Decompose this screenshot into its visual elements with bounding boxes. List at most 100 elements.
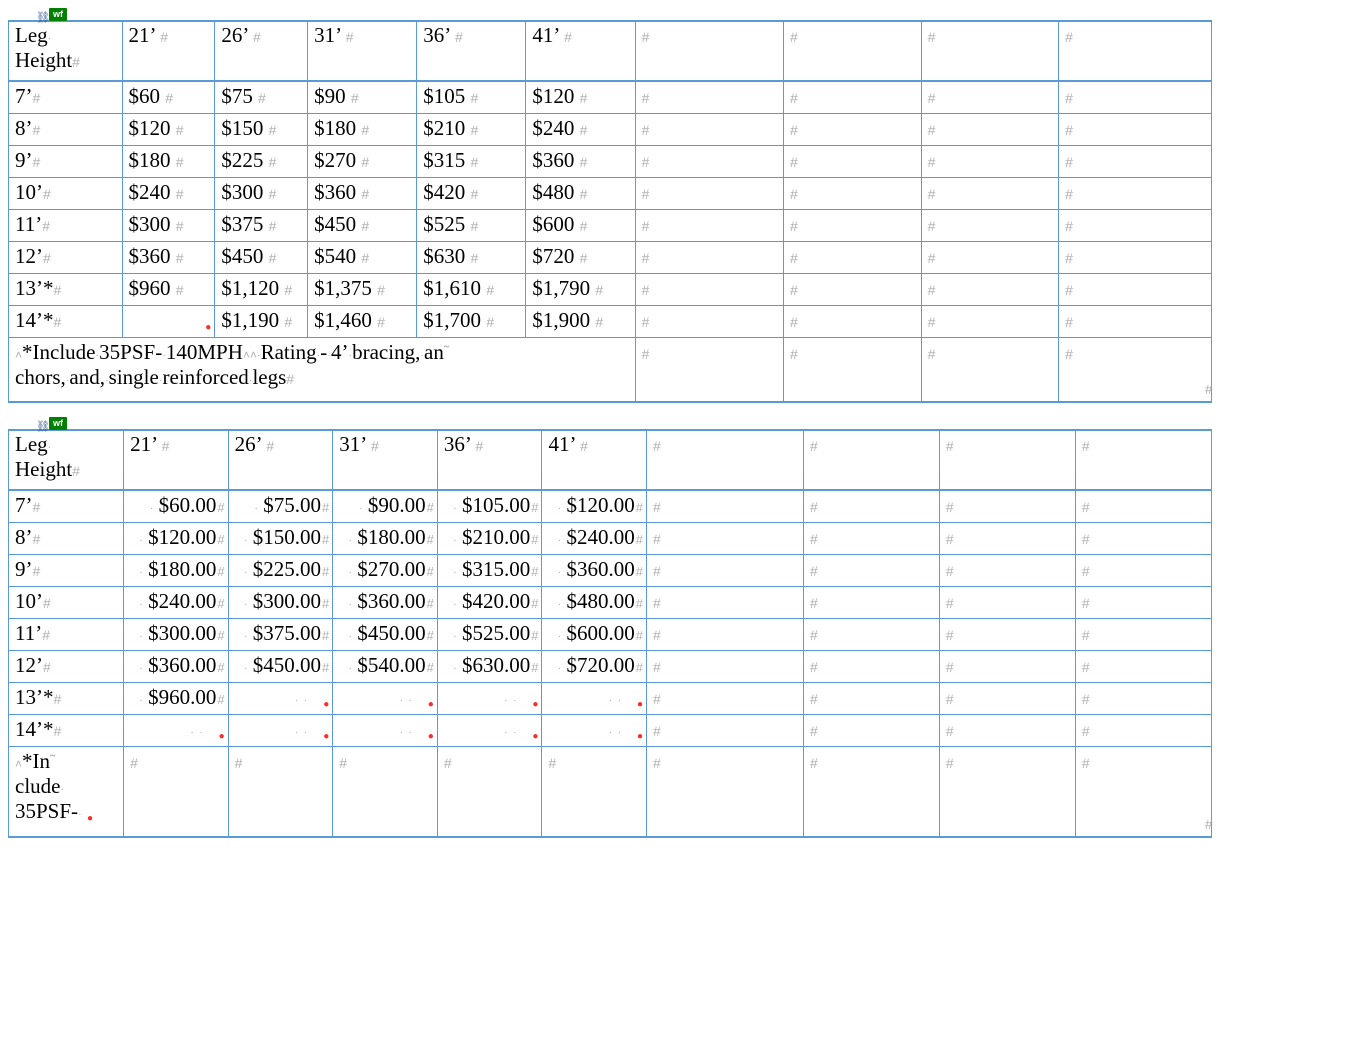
col-header-empty[interactable]: # <box>939 430 1075 490</box>
row-header[interactable]: 7’# <box>9 490 124 523</box>
price-cell[interactable]: · $540.00# <box>333 651 438 683</box>
price-cell[interactable]: $450 # <box>215 242 308 274</box>
price-cell[interactable]: $1,900 # <box>526 306 635 338</box>
col-header-legheight[interactable]: Leg·Height# <box>9 430 124 490</box>
empty-cell[interactable]: # <box>939 587 1075 619</box>
empty-cell[interactable]: # <box>635 146 783 178</box>
empty-cell[interactable]: # <box>803 715 939 747</box>
empty-cell[interactable]: # <box>647 619 804 651</box>
row-header[interactable]: 13’*# <box>9 683 124 715</box>
price-cell[interactable]: $150 # <box>215 114 308 146</box>
footnote[interactable]: ˄*Include·35PSF-·140MPH˄˄·Rating·-·4’·br… <box>9 338 636 403</box>
empty-cell[interactable]: # <box>647 555 804 587</box>
col-header-width[interactable]: 26’ # <box>228 430 333 490</box>
empty-cell[interactable]: # <box>1075 715 1211 747</box>
price-cell[interactable]: ● <box>122 306 215 338</box>
empty-cell[interactable]: # <box>228 747 333 838</box>
empty-cell[interactable]: # <box>1059 210 1212 242</box>
price-cell[interactable]: $315 # <box>417 146 526 178</box>
price-cell[interactable]: $90 # <box>308 81 417 114</box>
price-cell[interactable]: $225 # <box>215 146 308 178</box>
empty-cell[interactable]: # <box>647 651 804 683</box>
price-cell[interactable]: $450 # <box>308 210 417 242</box>
row-header[interactable]: 8’# <box>9 114 123 146</box>
price-cell[interactable]: · $600.00# <box>542 619 647 651</box>
price-cell[interactable]: · $360.00# <box>333 587 438 619</box>
price-cell[interactable]: $420 # <box>417 178 526 210</box>
empty-cell[interactable]: # <box>1075 619 1211 651</box>
empty-cell[interactable]: # <box>1075 683 1211 715</box>
empty-cell[interactable]: # <box>784 210 922 242</box>
empty-cell[interactable]: # <box>921 81 1059 114</box>
price-cell[interactable]: $300 # <box>122 210 215 242</box>
empty-cell[interactable]: # <box>939 747 1075 838</box>
price-cell[interactable]: · $720.00# <box>542 651 647 683</box>
empty-cell[interactable]: # <box>921 306 1059 338</box>
col-header-width[interactable]: 36’ # <box>437 430 542 490</box>
empty-cell[interactable]: # <box>647 747 804 838</box>
empty-cell[interactable]: # <box>437 747 542 838</box>
empty-cell[interactable]: # <box>333 747 438 838</box>
row-header[interactable]: 10’# <box>9 178 123 210</box>
row-header[interactable]: 9’# <box>9 146 123 178</box>
row-header[interactable]: 8’# <box>9 523 124 555</box>
price-cell[interactable]: · $630.00# <box>437 651 542 683</box>
price-cell[interactable]: · $960.00# <box>124 683 229 715</box>
empty-cell[interactable]: # <box>1059 81 1212 114</box>
empty-cell[interactable]: ## <box>1075 747 1211 838</box>
price-cell[interactable]: · $90.00# <box>333 490 438 523</box>
empty-cell[interactable]: # <box>921 114 1059 146</box>
empty-cell[interactable]: # <box>803 651 939 683</box>
empty-cell[interactable]: # <box>784 178 922 210</box>
empty-cell[interactable]: # <box>635 274 783 306</box>
price-cell[interactable]: $1,460 # <box>308 306 417 338</box>
price-cell[interactable]: $105 # <box>417 81 526 114</box>
price-cell[interactable]: $240 # <box>122 178 215 210</box>
row-header[interactable]: 11’# <box>9 619 124 651</box>
empty-cell[interactable]: # <box>803 587 939 619</box>
empty-cell[interactable]: # <box>921 274 1059 306</box>
col-header-empty[interactable]: # <box>635 21 783 81</box>
empty-cell[interactable]: # <box>803 490 939 523</box>
empty-cell[interactable]: # <box>939 523 1075 555</box>
col-header-width[interactable]: 31’ # <box>308 21 417 81</box>
price-cell[interactable]: $525 # <box>417 210 526 242</box>
empty-cell[interactable]: # <box>921 210 1059 242</box>
row-header[interactable]: 9’# <box>9 555 124 587</box>
empty-cell[interactable]: # <box>635 242 783 274</box>
price-cell[interactable]: $120 # <box>526 81 635 114</box>
price-cell[interactable]: $120 # <box>122 114 215 146</box>
price-cell[interactable]: $180 # <box>308 114 417 146</box>
empty-cell[interactable]: # <box>1059 114 1212 146</box>
col-header-width[interactable]: 21’ # <box>122 21 215 81</box>
col-header-empty[interactable]: # <box>1075 430 1211 490</box>
row-header[interactable]: 11’# <box>9 210 123 242</box>
col-header-empty[interactable]: # <box>1059 21 1212 81</box>
price-cell[interactable]: $180 # <box>122 146 215 178</box>
price-cell[interactable]: · $180.00# <box>124 555 229 587</box>
empty-cell[interactable]: # <box>635 81 783 114</box>
empty-cell[interactable]: # <box>939 651 1075 683</box>
empty-cell[interactable]: # <box>1075 490 1211 523</box>
empty-cell[interactable]: # <box>124 747 229 838</box>
price-cell[interactable]: $1,610 # <box>417 274 526 306</box>
col-header-width[interactable]: 36’ # <box>417 21 526 81</box>
price-cell[interactable]: $60 # <box>122 81 215 114</box>
footnote[interactable]: ˄*In˜clude·35PSF-· ● <box>9 747 124 838</box>
price-cell[interactable]: $960 # <box>122 274 215 306</box>
empty-cell[interactable]: # <box>921 146 1059 178</box>
price-cell[interactable]: · $240.00# <box>542 523 647 555</box>
col-header-width[interactable]: 26’ # <box>215 21 308 81</box>
price-cell[interactable]: · $375.00# <box>228 619 333 651</box>
price-cell[interactable]: · · ● <box>333 715 438 747</box>
price-cell[interactable]: $360 # <box>526 146 635 178</box>
price-cell[interactable]: $360 # <box>308 178 417 210</box>
price-cell[interactable]: · $420.00# <box>437 587 542 619</box>
price-cell[interactable]: · $210.00# <box>437 523 542 555</box>
empty-cell[interactable]: # <box>635 210 783 242</box>
pricing-table-2[interactable]: Leg·Height#21’ #26’ #31’ #36’ #41’ #####… <box>8 429 1212 838</box>
row-header[interactable]: 7’# <box>9 81 123 114</box>
empty-cell[interactable]: # <box>1059 274 1212 306</box>
empty-cell[interactable]: # <box>635 338 783 403</box>
empty-cell[interactable]: # <box>921 338 1059 403</box>
